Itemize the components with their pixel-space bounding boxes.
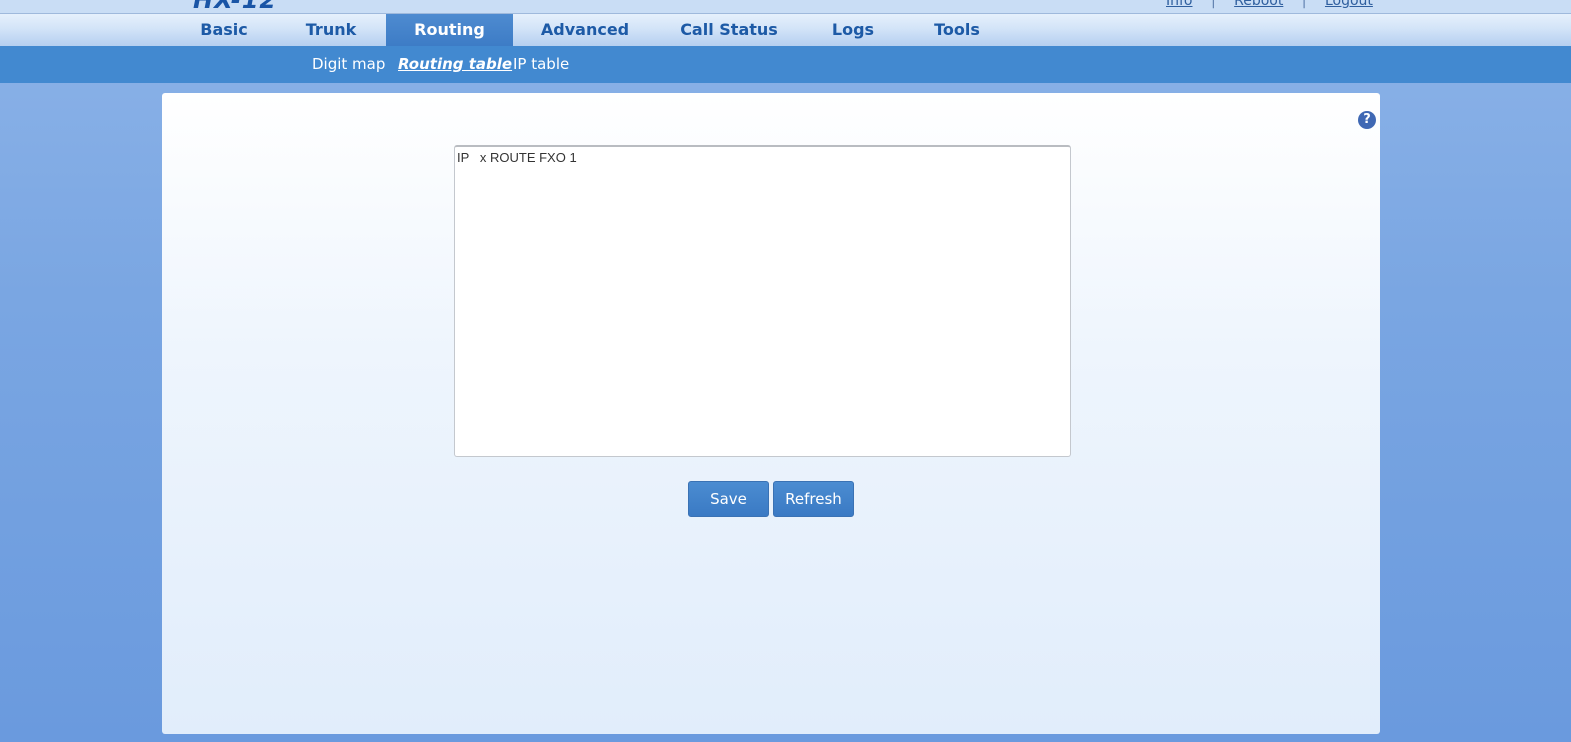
tab-advanced[interactable]: Advanced bbox=[530, 14, 640, 46]
refresh-button[interactable]: Refresh bbox=[773, 481, 854, 517]
info-link[interactable]: Info bbox=[1166, 0, 1193, 9]
top-bar: HX-12 Info | Reboot | Logout bbox=[0, 0, 1571, 14]
save-button[interactable]: Save bbox=[688, 481, 769, 517]
reboot-link[interactable]: Reboot bbox=[1234, 0, 1283, 9]
sub-nav: Digit map Routing table IP table bbox=[0, 46, 1571, 83]
separator: | bbox=[1301, 0, 1307, 9]
content-panel: ? IP x ROUTE FXO 1 Save Refresh bbox=[162, 93, 1380, 734]
tab-tools[interactable]: Tools bbox=[920, 14, 994, 46]
help-icon[interactable]: ? bbox=[1358, 111, 1376, 129]
logout-link[interactable]: Logout bbox=[1325, 0, 1373, 9]
separator: | bbox=[1210, 0, 1216, 9]
top-links: Info | Reboot | Logout bbox=[1166, 0, 1373, 9]
tab-trunk[interactable]: Trunk bbox=[290, 14, 372, 46]
brand-logo: HX-12 bbox=[193, 0, 278, 14]
tab-call-status[interactable]: Call Status bbox=[672, 14, 786, 46]
main-nav: Basic Trunk Routing Advanced Call Status… bbox=[0, 14, 1571, 46]
tab-routing[interactable]: Routing bbox=[386, 14, 513, 46]
subnav-digit-map[interactable]: Digit map bbox=[312, 55, 385, 73]
subnav-routing-table[interactable]: Routing table bbox=[398, 55, 512, 73]
routing-table-editor[interactable]: IP x ROUTE FXO 1 bbox=[454, 145, 1071, 457]
tab-basic[interactable]: Basic bbox=[182, 14, 266, 46]
tab-logs[interactable]: Logs bbox=[820, 14, 886, 46]
subnav-ip-table[interactable]: IP table bbox=[513, 55, 569, 73]
